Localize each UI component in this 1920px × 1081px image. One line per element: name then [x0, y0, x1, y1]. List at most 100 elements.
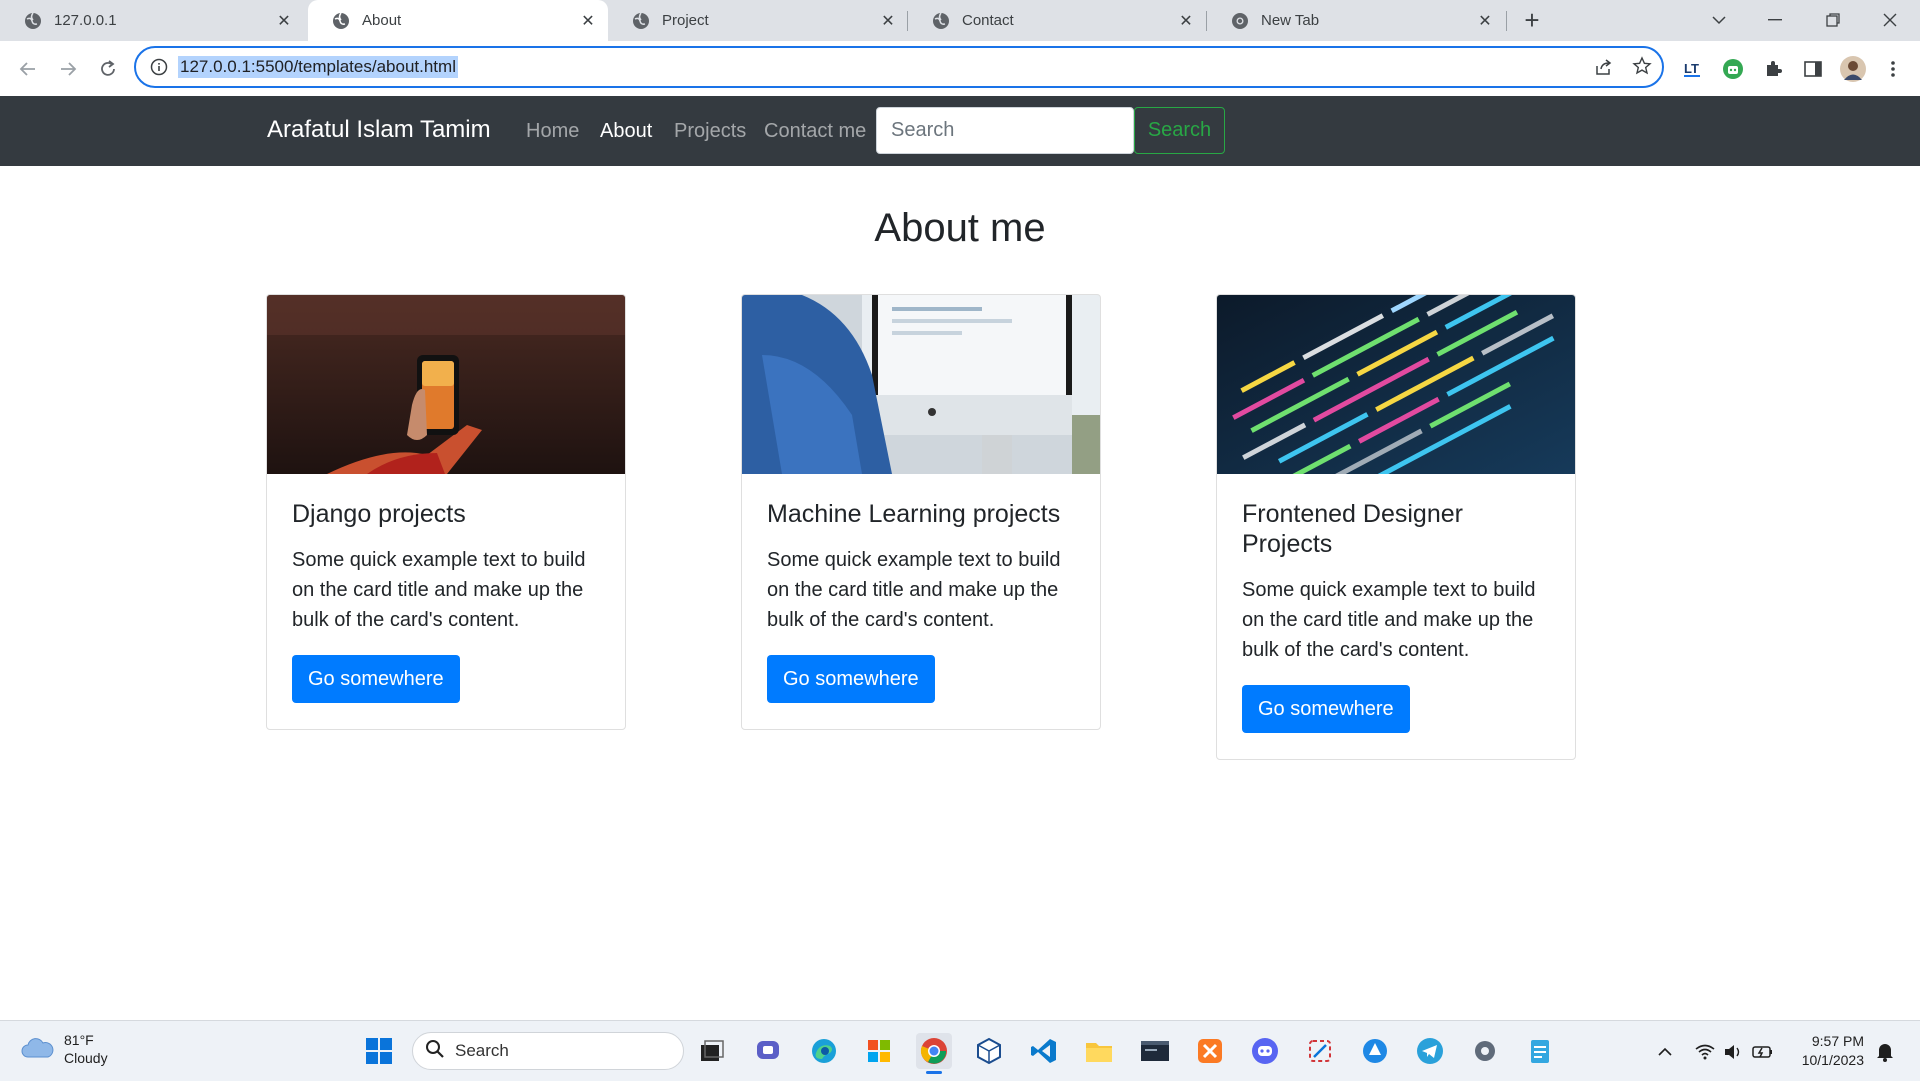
reload-icon[interactable]: [94, 55, 122, 83]
close-icon[interactable]: ✕: [878, 11, 898, 31]
site-info-icon[interactable]: [150, 58, 168, 81]
close-icon[interactable]: ✕: [1475, 11, 1495, 31]
vscode-icon[interactable]: [1026, 1033, 1062, 1069]
browser-tab[interactable]: 127.0.0.1 ✕: [0, 0, 304, 41]
forward-arrow-icon[interactable]: [54, 55, 82, 83]
battery-charging-icon[interactable]: [1752, 1041, 1774, 1063]
card-title: Django projects: [292, 500, 466, 528]
mysql-terminal-icon[interactable]: [1137, 1033, 1173, 1069]
taskbar-search[interactable]: Search: [412, 1032, 684, 1070]
search-button[interactable]: Search: [1134, 107, 1225, 154]
system-clock[interactable]: 9:57 PM 10/1/2023: [1784, 1032, 1864, 1070]
chrome-browser-icon[interactable]: [916, 1033, 952, 1069]
weather-widget[interactable]: 81°F Cloudy: [20, 1031, 108, 1067]
extensions-puzzle-icon[interactable]: [1758, 54, 1788, 84]
globe-icon: [932, 12, 950, 30]
teams-chat-icon[interactable]: [751, 1033, 787, 1069]
phone-in-hand-photo: [267, 295, 625, 474]
globe-icon: [24, 12, 42, 30]
tab-title: Project: [662, 12, 709, 29]
card-text: Some quick example text to build on the …: [1242, 579, 1536, 661]
navbar-brand[interactable]: Arafatul Islam Tamim: [267, 116, 491, 144]
globe-icon: [332, 12, 350, 30]
task-view-icon[interactable]: [694, 1033, 730, 1069]
telegram-icon[interactable]: [1412, 1033, 1448, 1069]
extension-lt-icon[interactable]: LT: [1678, 54, 1708, 84]
xampp-icon[interactable]: [1192, 1033, 1228, 1069]
card-body: Machine Learning projects Some quick exa…: [742, 474, 1100, 729]
colorful-code-screen-photo: [1217, 295, 1575, 474]
windows-start-icon[interactable]: [361, 1033, 397, 1069]
close-icon[interactable]: ✕: [578, 11, 598, 31]
tray-overflow-chevron-icon[interactable]: [1654, 1041, 1676, 1063]
file-explorer-icon[interactable]: [1081, 1033, 1117, 1069]
go-somewhere-button[interactable]: Go somewhere: [1242, 685, 1410, 733]
close-window-icon[interactable]: [1872, 4, 1908, 36]
page-title: About me: [874, 206, 1046, 250]
chrome-icon: [1231, 12, 1249, 30]
notification-bell-icon[interactable]: [1874, 1041, 1896, 1063]
tab-search-chevron-icon[interactable]: [1701, 4, 1737, 36]
browser-tab[interactable]: New Tab ✕: [1207, 0, 1505, 41]
restore-icon[interactable]: [1815, 4, 1851, 36]
back-arrow-icon[interactable]: [14, 55, 42, 83]
nav-link-contact[interactable]: Contact me: [764, 120, 866, 143]
address-bar[interactable]: 127.0.0.1:5500/templates/about.html: [134, 46, 1664, 88]
virtualbox-icon[interactable]: [971, 1033, 1007, 1069]
snipping-tool-icon[interactable]: [1302, 1033, 1338, 1069]
nav-link-home[interactable]: Home: [526, 120, 579, 143]
extension-robot-icon[interactable]: [1718, 54, 1748, 84]
card-text: Some quick example text to build on the …: [292, 549, 586, 631]
weather-description: Cloudy: [64, 1050, 108, 1066]
nav-link-about[interactable]: About: [600, 120, 652, 143]
tab-title: About: [362, 12, 402, 29]
browser-tab[interactable]: Project ✕: [608, 0, 908, 41]
project-card-machine-learning: Machine Learning projects Some quick exa…: [741, 294, 1101, 730]
card-text: Some quick example text to build on the …: [767, 549, 1061, 631]
globe-icon: [632, 12, 650, 30]
tab-divider: [1506, 11, 1507, 31]
clock-time: 9:57 PM: [1811, 1033, 1864, 1049]
address-url[interactable]: 127.0.0.1:5500/templates/about.html: [178, 56, 458, 78]
side-panel-icon[interactable]: [1798, 54, 1828, 84]
tab-title: 127.0.0.1: [54, 12, 117, 29]
close-icon[interactable]: ✕: [1176, 11, 1196, 31]
browser-toolbar: 127.0.0.1:5500/templates/about.html LT: [0, 41, 1920, 97]
edge-browser-icon[interactable]: [806, 1033, 842, 1069]
card-title: Machine Learning projects: [767, 500, 1061, 528]
search-input[interactable]: [876, 107, 1134, 154]
tab-title: Contact: [962, 12, 1014, 29]
close-icon[interactable]: ✕: [274, 11, 294, 31]
microsoft-store-icon[interactable]: [861, 1033, 897, 1069]
volume-icon[interactable]: [1722, 1041, 1744, 1063]
share-icon[interactable]: [1594, 57, 1614, 82]
wifi-icon[interactable]: [1694, 1041, 1716, 1063]
windows-taskbar: 81°F Cloudy Search 9:57 PM 10/1/2023: [0, 1020, 1920, 1081]
discord-icon[interactable]: [1247, 1033, 1283, 1069]
notepad-icon[interactable]: [1522, 1033, 1558, 1069]
taskbar-search-label: Search: [455, 1041, 509, 1060]
nav-link-projects[interactable]: Projects: [674, 120, 746, 143]
menu-kebab-icon[interactable]: [1878, 54, 1908, 84]
browser-tab-active[interactable]: About ✕: [308, 0, 608, 41]
site-navbar: Arafatul Islam Tamim Home About Projects…: [0, 96, 1920, 166]
go-somewhere-button[interactable]: Go somewhere: [767, 655, 935, 703]
go-somewhere-button[interactable]: Go somewhere: [292, 655, 460, 703]
person-at-imac-photo: [742, 295, 1100, 474]
browser-tab-strip: 127.0.0.1 ✕ About ✕ Project ✕ Contact ✕ …: [0, 0, 1920, 41]
weather-temperature: 81°F: [64, 1032, 94, 1048]
new-tab-button[interactable]: +: [1518, 5, 1546, 35]
project-card-django: Django projects Some quick example text …: [266, 294, 626, 730]
minimize-icon[interactable]: [1757, 4, 1793, 36]
sync-app-icon[interactable]: [1357, 1033, 1393, 1069]
browser-tab[interactable]: Contact ✕: [908, 0, 1206, 41]
project-card-frontend: Frontened Designer Projects Some quick e…: [1216, 294, 1576, 760]
clock-date: 10/1/2023: [1801, 1052, 1864, 1068]
bookmark-star-icon[interactable]: [1632, 56, 1652, 81]
avatar[interactable]: [1838, 54, 1868, 84]
settings-gear-icon[interactable]: [1467, 1033, 1503, 1069]
card-title: Frontened Designer Projects: [1242, 500, 1463, 558]
svg-text:LT: LT: [1684, 61, 1699, 76]
tab-title: New Tab: [1261, 12, 1320, 29]
card-body: Django projects Some quick example text …: [267, 474, 625, 729]
